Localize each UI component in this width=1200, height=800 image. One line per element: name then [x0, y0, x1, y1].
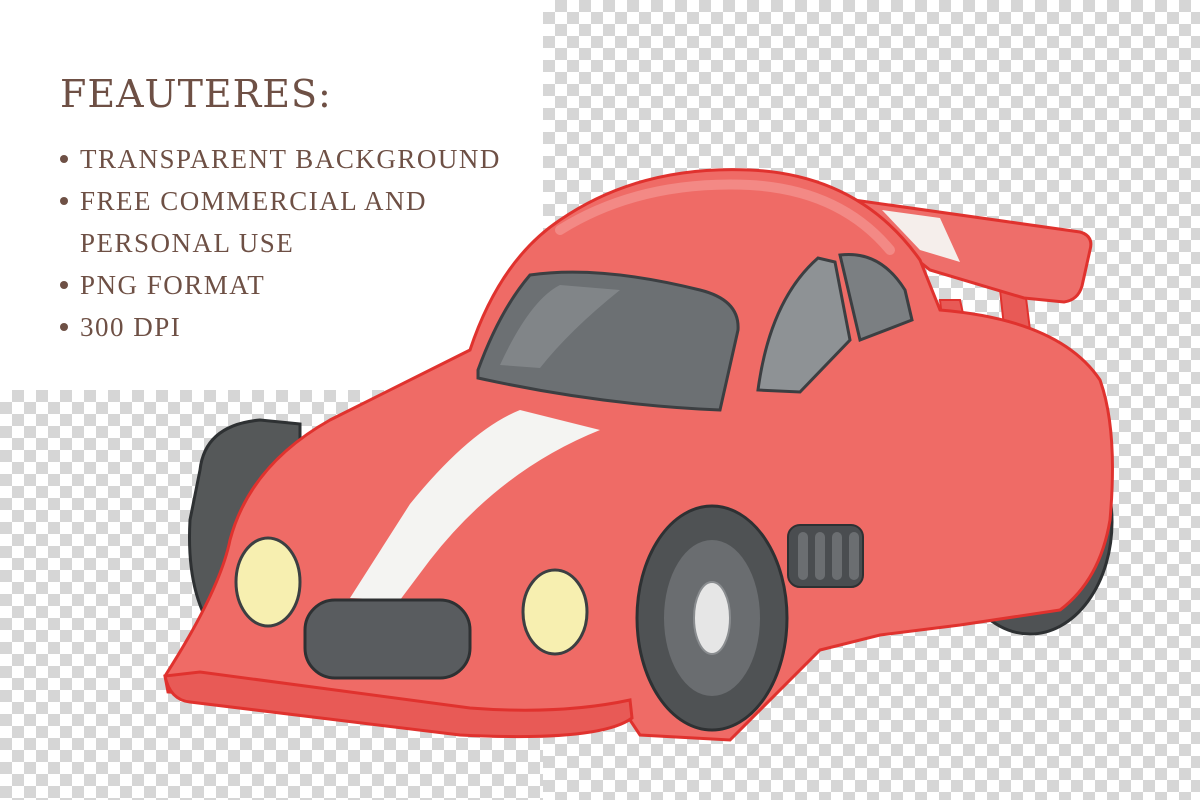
- right-headlight: [521, 568, 589, 656]
- left-headlight: [234, 536, 302, 628]
- front-right-wheel: [635, 504, 789, 732]
- front-grille: [303, 598, 472, 680]
- race-car-illustration: [163, 168, 1114, 742]
- side-vent: [787, 524, 864, 588]
